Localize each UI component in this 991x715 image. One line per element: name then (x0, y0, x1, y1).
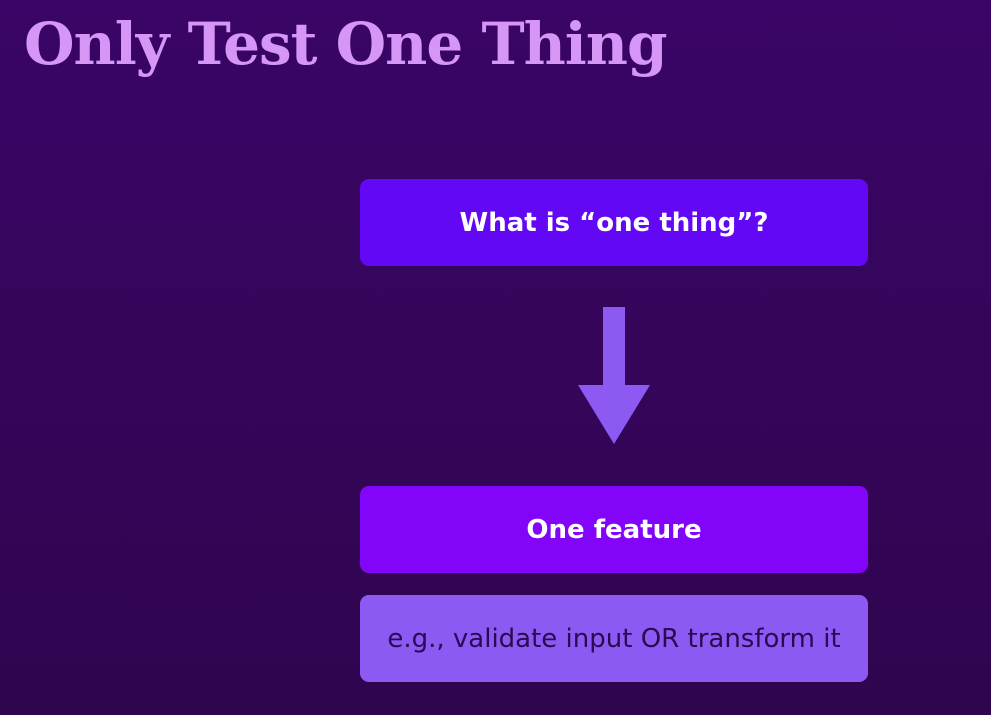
question-box: What is “one thing”? (360, 179, 868, 266)
answer-box: One feature (360, 486, 868, 573)
arrow-down-icon (578, 307, 650, 444)
example-text: e.g., validate input OR transform it (387, 623, 841, 654)
example-box: e.g., validate input OR transform it (360, 595, 868, 682)
answer-text: One feature (526, 514, 702, 545)
question-text: What is “one thing”? (459, 207, 769, 238)
arrow-head (578, 385, 650, 444)
slide-title: Only Test One Thing (24, 10, 668, 78)
arrow-shaft (603, 307, 625, 387)
